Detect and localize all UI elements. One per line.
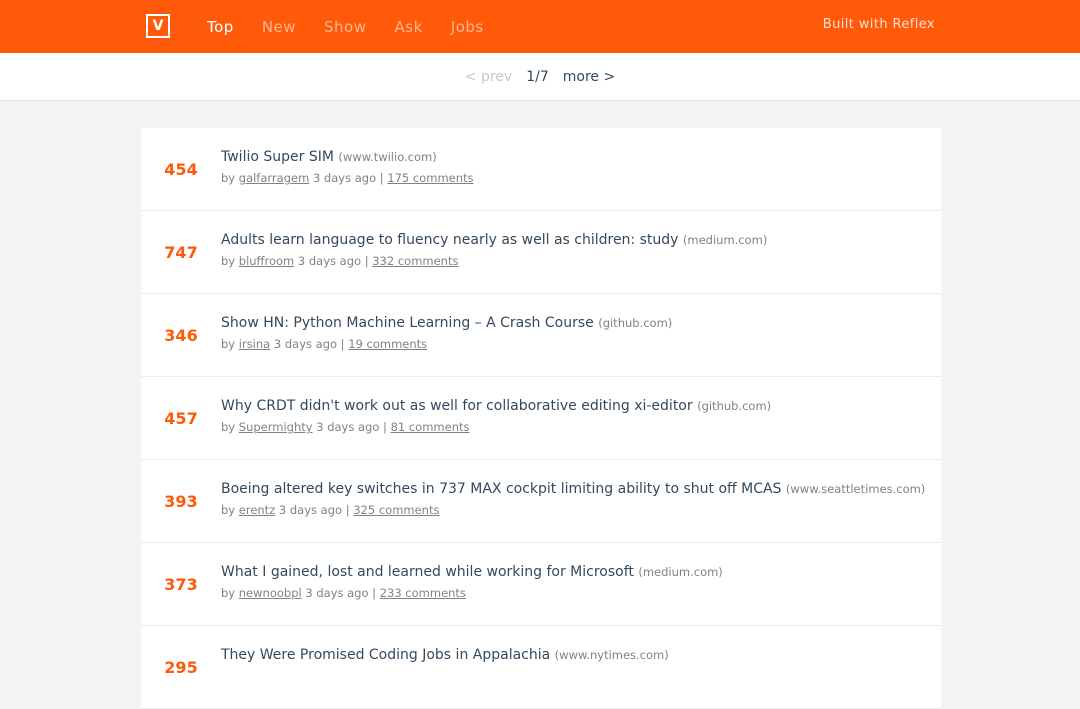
nav-top[interactable]: Top (207, 18, 234, 36)
by-label: by (221, 503, 236, 517)
story-item: 393 Boeing altered key switches in 737 M… (141, 460, 941, 543)
story-title-link[interactable]: What I gained, lost and learned while wo… (221, 564, 634, 580)
nav-jobs[interactable]: Jobs (451, 18, 484, 36)
story-comments-link[interactable]: 81 comments (391, 420, 470, 434)
story-domain: (www.twilio.com) (338, 150, 437, 164)
story-domain: (github.com) (697, 399, 772, 413)
story-author-link[interactable]: galfarragem (239, 171, 310, 185)
story-time: 3 days ago | (273, 337, 345, 351)
story-score: 454 (164, 160, 198, 179)
story-comments-link[interactable]: 332 comments (372, 254, 458, 268)
story-list: 454 Twilio Super SIM (www.twilio.com) by… (141, 128, 941, 709)
story-title-link[interactable]: Adults learn language to fluency nearly … (221, 232, 678, 248)
by-label: by (221, 586, 236, 600)
story-time: 3 days ago | (316, 420, 387, 434)
story-comments-link[interactable]: 175 comments (387, 171, 473, 185)
pagination-bar: < prev 1/7 more > (0, 53, 1080, 101)
page-indicator: 1/7 (526, 68, 549, 85)
story-comments-link[interactable]: 325 comments (353, 503, 439, 517)
story-domain: (www.seattletimes.com) (785, 482, 926, 496)
story-title-link[interactable]: Twilio Super SIM (221, 149, 334, 165)
story-domain: (medium.com) (638, 565, 723, 579)
more-link[interactable]: more > (563, 69, 615, 85)
main-nav: Top New Show Ask Jobs (207, 0, 512, 53)
story-comments-link[interactable]: 19 comments (348, 337, 427, 351)
story-item: 373 What I gained, lost and learned whil… (141, 543, 941, 626)
story-time: 3 days ago | (312, 171, 384, 185)
story-item: 747 Adults learn language to fluency nea… (141, 211, 941, 294)
story-title-link[interactable]: They Were Promised Coding Jobs in Appala… (221, 647, 550, 663)
story-domain: (www.nytimes.com) (554, 648, 669, 662)
top-header: V Top New Show Ask Jobs Built with Refle… (0, 0, 1080, 53)
story-title-link[interactable]: Why CRDT didn't work out as well for col… (221, 398, 693, 414)
story-score: 373 (164, 575, 198, 594)
nav-show[interactable]: Show (324, 18, 366, 36)
story-comments-link[interactable]: 233 comments (380, 586, 466, 600)
story-item: 295 They Were Promised Coding Jobs in Ap… (141, 626, 941, 709)
nav-new[interactable]: New (262, 18, 296, 36)
prev-link: < prev (464, 68, 513, 85)
story-domain: (github.com) (598, 316, 673, 330)
story-time: 3 days ago | (297, 254, 369, 268)
story-item: 454 Twilio Super SIM (www.twilio.com) by… (141, 128, 941, 211)
story-time: 3 days ago | (278, 503, 350, 517)
story-domain: (medium.com) (682, 233, 768, 247)
story-score: 295 (164, 658, 198, 677)
by-label: by (221, 254, 236, 268)
story-score: 457 (164, 409, 198, 428)
story-title-link[interactable]: Boeing altered key switches in 737 MAX c… (221, 481, 781, 497)
story-author-link[interactable]: bluffroom (239, 254, 294, 268)
story-author-link[interactable]: erentz (239, 503, 275, 517)
story-item: 346 Show HN: Python Machine Learning – A… (141, 294, 941, 377)
story-title-link[interactable]: Show HN: Python Machine Learning – A Cra… (221, 315, 594, 331)
logo-icon[interactable]: V (146, 14, 170, 38)
story-score: 747 (164, 243, 198, 262)
story-score: 393 (164, 492, 198, 511)
story-time: 3 days ago | (305, 586, 377, 600)
story-author-link[interactable]: Supermighty (239, 420, 313, 434)
by-label: by (221, 420, 236, 434)
built-with-reflex-link[interactable]: Built with Reflex (823, 17, 935, 32)
story-score: 346 (164, 326, 198, 345)
by-label: by (221, 337, 236, 351)
story-author-link[interactable]: irsina (239, 337, 270, 351)
by-label: by (221, 171, 236, 185)
nav-ask[interactable]: Ask (395, 18, 423, 36)
story-author-link[interactable]: newnoobpl (239, 586, 302, 600)
story-item: 457 Why CRDT didn't work out as well for… (141, 377, 941, 460)
